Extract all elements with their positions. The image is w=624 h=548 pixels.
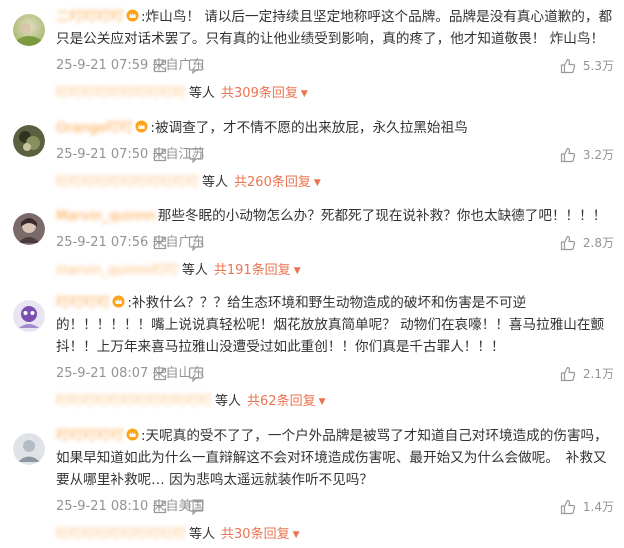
comment-icon[interactable] [188,499,204,515]
comment-body: :被调查了，才不情不愿的出来放屁，永久拉黑始祖鸟 [150,120,468,136]
avatar[interactable] [13,213,45,245]
reply-count-link[interactable]: 共309条回复 ▼ [221,86,308,101]
share-icon[interactable] [152,58,168,74]
comment-time: 25-9-21 07:50 来自江苏 [56,147,205,162]
comment-meta: 25-9-21 08:07 来自山东 2.1万 [56,363,614,385]
like-count: 5.3万 [582,59,614,73]
comment-time: 25-9-21 08:10 来自美国 [56,499,205,514]
reply-summary[interactable]: 叮叮叮叮叮叮叮叮叮叮 等人 共30条回复 ▼ [56,522,614,548]
like-icon[interactable] [560,58,576,74]
reply-count-label[interactable]: 共62条回复 [247,394,316,409]
username[interactable]: 二叮叮叮叮 [56,6,124,28]
reply-usernames[interactable]: 叮叮叮叮叮叮叮叮叮叮 [56,81,186,107]
comment-icon[interactable] [188,235,204,251]
share-icon[interactable] [152,499,168,515]
chevron-down-icon: ▼ [300,89,308,99]
reply-summary[interactable]: marvin_quinnn叮叮 等人 共191条回复 ▼ [56,258,614,284]
comment-time: 25-9-21 08:07 来自山东 [56,366,205,381]
reply-suffix: 等人 [181,263,208,278]
reply-suffix: 等人 [189,527,216,542]
like-icon[interactable] [560,235,576,251]
reply-summary[interactable]: 叮叮叮叮叮叮叮叮叮叮叮 等人 共260条回复 ▼ [56,170,614,196]
like-icon[interactable] [560,366,576,382]
avatar[interactable] [13,125,45,157]
chevron-down-icon: ▼ [318,397,326,407]
username[interactable]: 叮叮叮叮叮 [56,425,124,447]
reply-count-link[interactable]: 共260条回复 ▼ [234,175,321,190]
username[interactable]: Orange叮叮 [56,117,133,139]
comment-meta: 25-9-21 07:50 来自江苏 3.2万 [56,144,614,166]
like-icon[interactable] [560,147,576,163]
comment-text: 叮叮叮叮叮:天呢真的受不了了，一个户外品牌是被骂了才知道自己对环境造成的伤害吗，… [56,425,614,491]
vip-crown-icon [126,428,139,441]
chevron-down-icon: ▼ [292,530,300,540]
comment-meta: 25-9-21 07:56 来自广东 2.8万 [56,232,614,254]
avatar[interactable] [13,433,45,465]
reply-suffix: 等人 [215,394,242,409]
share-icon[interactable] [152,235,168,251]
reply-summary[interactable]: 叮叮叮叮叮叮叮叮叮叮叮叮 等人 共62条回复 ▼ [56,389,614,415]
reply-count-link[interactable]: 共62条回复 ▼ [247,394,325,409]
vip-crown-icon [135,120,148,133]
comment-time: 25-9-21 07:59 来自广东 [56,58,205,73]
share-icon[interactable] [152,147,168,163]
reply-count-link[interactable]: 共30条回复 ▼ [221,527,299,542]
comment-meta: 25-9-21 08:10 来自美国 1.4万 [56,496,614,518]
comment-text: Marvin_quinnn 那些冬眠的小动物怎么办？死都死了现在说补救？你也太缺德… [56,205,614,227]
avatar[interactable] [13,14,45,46]
reply-usernames[interactable]: marvin_quinnn叮叮 [56,258,179,284]
comment-body: 那些冬眠的小动物怎么办？死都死了现在说补救？你也太缺德了吧！！！！ [157,208,607,224]
comment-icon[interactable] [188,58,204,74]
username[interactable]: Marvin_quinnn [56,205,156,227]
comment-meta: 25-9-21 07:59 来自广东 5.3万 [56,55,614,77]
reply-usernames[interactable]: 叮叮叮叮叮叮叮叮叮叮叮 [56,170,199,196]
chevron-down-icon: ▼ [313,178,321,188]
comment-text: 叮叮叮叮:补救什么？？？给生态环境和野生动物造成的破坏和伤害是不可逆的！！！！！… [56,292,614,358]
reply-usernames[interactable]: 叮叮叮叮叮叮叮叮叮叮 [56,522,186,548]
comment-time: 25-9-21 07:56 来自广东 [56,235,205,250]
comment-icon[interactable] [188,366,204,382]
username[interactable]: 叮叮叮叮 [56,292,110,314]
reply-count-label[interactable]: 共191条回复 [214,263,291,278]
comment-body: :补救什么？？？给生态环境和野生动物造成的破坏和伤害是不可逆的！！！！！！嘴上说… [56,295,605,355]
reply-count-label[interactable]: 共260条回复 [234,175,311,190]
reply-summary[interactable]: 叮叮叮叮叮叮叮叮叮叮 等人 共309条回复 ▼ [56,81,614,107]
comment-body: :炸山鸟！ 请以后一定持续且坚定地称呼这个品牌。品牌是没有真心道歉的，都只是公关… [56,9,613,47]
reply-usernames[interactable]: 叮叮叮叮叮叮叮叮叮叮叮叮 [56,389,212,415]
comment-text: 二叮叮叮叮:炸山鸟！ 请以后一定持续且坚定地称呼这个品牌。品牌是没有真心道歉的，… [56,6,614,50]
reply-suffix: 等人 [202,175,229,190]
reply-count-label[interactable]: 共30条回复 [221,527,290,542]
like-count: 2.8万 [582,236,614,250]
like-count: 1.4万 [582,500,614,514]
comment-icon[interactable] [188,147,204,163]
vip-crown-icon [112,295,125,308]
vip-crown-icon [126,9,139,22]
chevron-down-icon: ▼ [293,266,301,276]
like-count: 3.2万 [582,148,614,162]
reply-suffix: 等人 [189,86,216,101]
like-icon[interactable] [560,499,576,515]
avatar[interactable] [13,300,45,332]
reply-count-label[interactable]: 共309条回复 [221,86,298,101]
reply-count-link[interactable]: 共191条回复 ▼ [214,263,301,278]
comment-text: Orange叮叮 :被调查了，才不情不愿的出来放屁，永久拉黑始祖鸟 [56,117,614,139]
share-icon[interactable] [152,366,168,382]
like-count: 2.1万 [582,367,614,381]
